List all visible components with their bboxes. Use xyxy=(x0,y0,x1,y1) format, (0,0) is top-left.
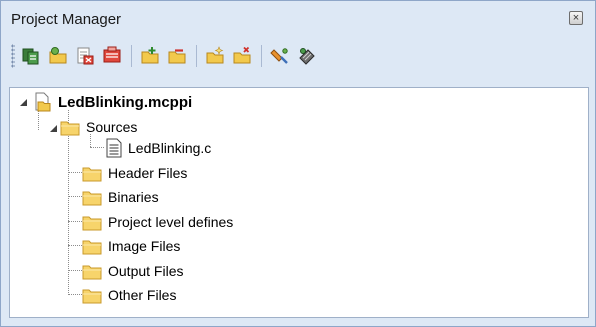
tree-item-label: Other Files xyxy=(108,287,177,303)
add-folder-icon xyxy=(141,47,159,64)
folder-icon xyxy=(82,213,102,231)
program-button[interactable] xyxy=(295,44,319,68)
c-source-file-icon xyxy=(106,138,122,158)
close-icon: × xyxy=(572,11,580,24)
remove-folder-icon xyxy=(168,49,186,64)
tree-item-label: Binaries xyxy=(108,189,159,205)
tree-folder-sources[interactable]: Sources xyxy=(60,116,137,138)
tree-connector xyxy=(68,196,82,197)
folder-icon xyxy=(60,118,80,136)
folder-icon xyxy=(82,164,102,182)
tree-item-label: Image Files xyxy=(108,238,181,254)
tree-folder-binaries[interactable]: Binaries xyxy=(82,186,159,208)
tree-item-label: Output Files xyxy=(108,263,184,279)
remove-folder-button[interactable] xyxy=(165,44,189,68)
remove-all-button[interactable] xyxy=(100,44,124,68)
folder-icon xyxy=(82,286,102,304)
tree-connector xyxy=(68,221,82,222)
project-toolbar xyxy=(7,39,591,73)
new-file-button[interactable] xyxy=(203,44,227,68)
tree-connector xyxy=(68,294,82,295)
toolbar-separator xyxy=(131,45,132,67)
tree-folder-output-files[interactable]: Output Files xyxy=(82,260,183,282)
compile-icon xyxy=(270,48,288,64)
tree-connector xyxy=(68,172,82,173)
tree-folder-header-files[interactable]: Header Files xyxy=(82,162,187,184)
remove-files-button[interactable] xyxy=(73,44,97,68)
expand-toggle[interactable] xyxy=(48,123,58,133)
tree-item-label: Sources xyxy=(86,119,138,135)
remove-files-icon xyxy=(77,47,94,65)
toolbar-grip[interactable] xyxy=(11,44,15,68)
tree-connector xyxy=(90,147,104,148)
tree-item-label: LedBlinking.c xyxy=(128,140,212,156)
expanded-arrow-icon xyxy=(49,124,57,132)
toolbar-separator xyxy=(196,45,197,67)
project-manager-panel: Project Manager × LedBlinking.mcppi Sour… xyxy=(0,0,596,327)
remove-all-icon xyxy=(103,46,121,63)
tree-item-label: Header Files xyxy=(108,165,188,181)
tree-root-node[interactable]: LedBlinking.mcppi xyxy=(32,91,192,113)
tree-folder-other-files[interactable]: Other Files xyxy=(82,284,176,306)
compile-button[interactable] xyxy=(268,44,292,68)
folder-icon xyxy=(82,262,102,280)
copy-files-button[interactable] xyxy=(19,44,43,68)
panel-title: Project Manager xyxy=(11,10,122,28)
project-tree: LedBlinking.mcppi Sources LedBlinking.c … xyxy=(9,87,589,318)
copy-files-icon xyxy=(22,48,39,65)
tree-connector xyxy=(68,270,82,271)
project-file-icon xyxy=(32,92,52,112)
program-icon xyxy=(299,48,315,65)
delete-file-icon xyxy=(233,46,251,64)
folder-open-icon xyxy=(49,47,67,64)
tree-connector xyxy=(38,110,39,130)
tree-folder-project-level-defines[interactable]: Project level defines xyxy=(82,211,233,233)
delete-file-button[interactable] xyxy=(230,44,254,68)
folder-icon xyxy=(82,237,102,255)
folder-icon xyxy=(82,188,102,206)
folder-open-button[interactable] xyxy=(46,44,70,68)
tree-folder-image-files[interactable]: Image Files xyxy=(82,235,180,257)
close-button[interactable]: × xyxy=(569,11,583,25)
expand-toggle[interactable] xyxy=(18,97,28,107)
tree-root-label: LedBlinking.mcppi xyxy=(58,93,193,111)
expanded-arrow-icon xyxy=(19,98,27,106)
tree-file-ledblinking-c[interactable]: LedBlinking.c xyxy=(106,137,211,159)
add-folder-button[interactable] xyxy=(138,44,162,68)
panel-titlebar[interactable]: Project Manager × xyxy=(5,5,591,33)
toolbar-separator xyxy=(261,45,262,67)
tree-connector xyxy=(68,245,82,246)
new-file-icon xyxy=(206,46,224,64)
tree-item-label: Project level defines xyxy=(108,214,234,230)
